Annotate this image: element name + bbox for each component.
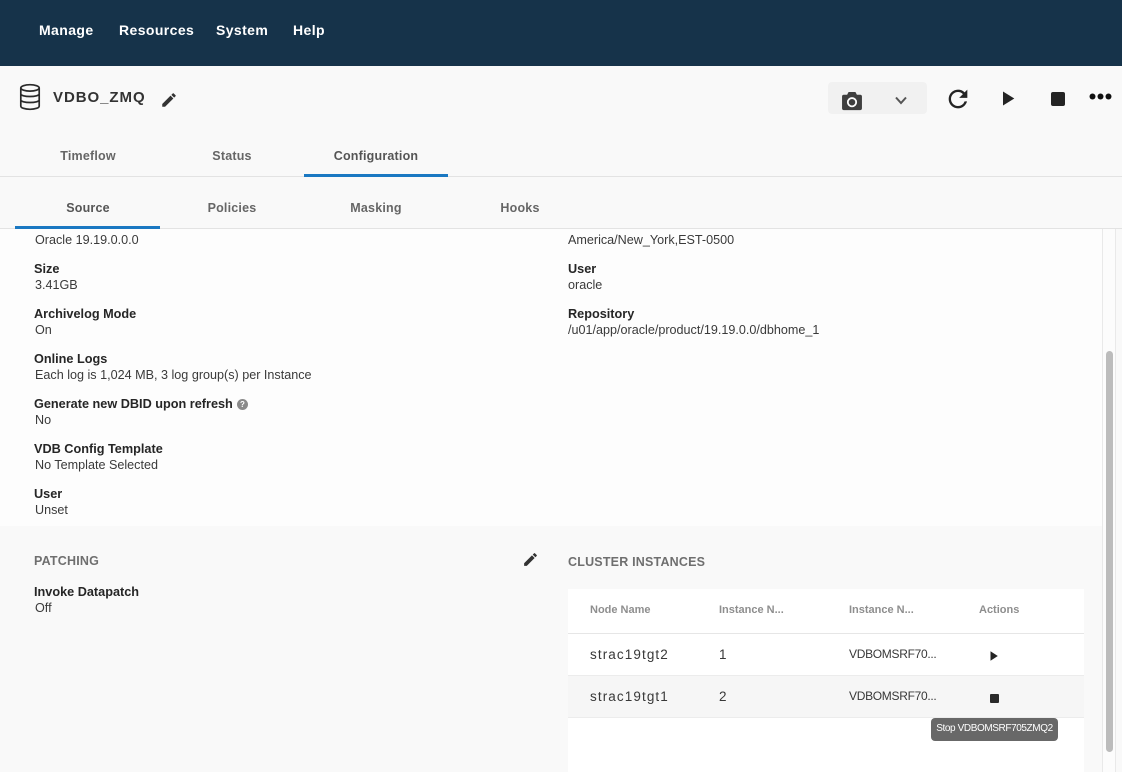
- svg-text:?: ?: [240, 400, 245, 409]
